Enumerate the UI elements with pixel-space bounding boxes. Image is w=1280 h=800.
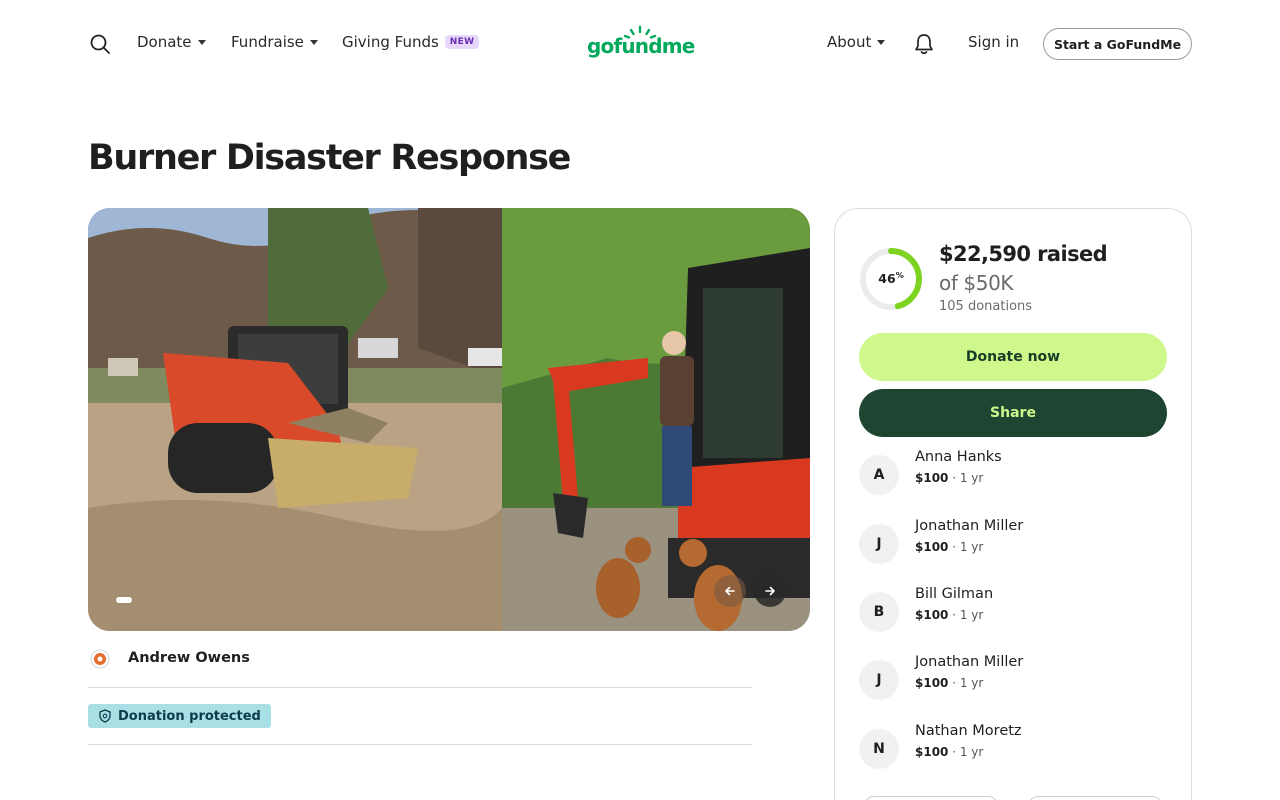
donor-time: · 1 yr bbox=[948, 471, 984, 485]
donation-count: 105 donations bbox=[939, 299, 1033, 314]
nav-about-label: About bbox=[827, 33, 872, 51]
donor-name: Nathan Moretz bbox=[915, 723, 1022, 739]
chevron-down-icon bbox=[197, 39, 206, 45]
nav-donate-label: Donate bbox=[137, 33, 192, 51]
progress-percent-value: 46 bbox=[878, 271, 896, 286]
donor-meta: $100 · 1 yr bbox=[915, 471, 983, 485]
nav-donate[interactable]: Donate bbox=[137, 33, 206, 51]
shield-icon bbox=[99, 709, 111, 723]
logo-text: gofundme bbox=[587, 34, 695, 58]
nav-about[interactable]: About bbox=[827, 33, 886, 51]
chevron-down-icon bbox=[309, 39, 318, 45]
donate-now-button[interactable]: Donate now bbox=[859, 333, 1167, 381]
donor-avatar: A bbox=[859, 455, 899, 495]
nav-fundraise-label: Fundraise bbox=[231, 33, 304, 51]
sign-in-label: Sign in bbox=[968, 33, 1020, 51]
nav-giving-funds-label: Giving Funds bbox=[342, 33, 439, 51]
amount-raised: $22,590 raised bbox=[939, 242, 1108, 266]
donor-item: A Anna Hanks $100 · 1 yr bbox=[859, 449, 1167, 499]
donor-item: J Jonathan Miller $100 · 1 yr bbox=[859, 654, 1167, 704]
donor-name: Jonathan Miller bbox=[915, 654, 1024, 670]
arrow-left-icon[interactable] bbox=[714, 575, 746, 607]
donor-amount: $100 bbox=[915, 608, 949, 622]
donor-amount: $100 bbox=[915, 540, 949, 554]
donor-meta: $100 · 1 yr bbox=[915, 608, 983, 622]
donation-protected-label: Donation protected bbox=[118, 708, 261, 724]
goal-amount: of $50K bbox=[939, 271, 1014, 295]
donor-avatar: J bbox=[859, 524, 899, 564]
chevron-down-icon bbox=[877, 39, 886, 45]
nav-giving-funds[interactable]: Giving Funds NEW bbox=[342, 33, 480, 51]
donor-avatar: B bbox=[859, 592, 899, 632]
nav-fundraise[interactable]: Fundraise bbox=[231, 33, 318, 51]
progress-percent-suffix: % bbox=[895, 271, 904, 280]
hero-image[interactable] bbox=[88, 208, 810, 631]
donor-item: B Bill Gilman $100 · 1 yr bbox=[859, 586, 1167, 636]
donor-name: Anna Hanks bbox=[915, 449, 1002, 465]
divider bbox=[88, 744, 752, 745]
donor-amount: $100 bbox=[915, 676, 949, 690]
arrow-right-icon[interactable] bbox=[754, 575, 786, 607]
donor-amount: $100 bbox=[915, 471, 949, 485]
donor-time: · 1 yr bbox=[948, 540, 984, 554]
bell-icon[interactable] bbox=[913, 32, 935, 56]
donor-amount: $100 bbox=[915, 745, 949, 759]
donor-avatar: J bbox=[859, 660, 899, 700]
donor-name: Jonathan Miller bbox=[915, 518, 1024, 534]
donor-time: · 1 yr bbox=[948, 676, 984, 690]
donor-item: N Nathan Moretz $100 · 1 yr bbox=[859, 723, 1167, 773]
share-button[interactable]: Share bbox=[859, 389, 1167, 437]
donor-name: Bill Gilman bbox=[915, 586, 994, 602]
carousel-dot[interactable] bbox=[116, 597, 132, 603]
sign-in-link[interactable]: Sign in bbox=[968, 33, 1019, 51]
donor-avatar: N bbox=[859, 729, 899, 769]
progress-percent: 46% bbox=[858, 271, 924, 286]
search-icon[interactable] bbox=[88, 32, 112, 56]
new-badge: NEW bbox=[444, 35, 480, 49]
organizer-row: Andrew Owens bbox=[88, 647, 752, 688]
donor-meta: $100 · 1 yr bbox=[915, 676, 983, 690]
donation-protected-badge[interactable]: Donation protected bbox=[88, 704, 271, 728]
see-top-button[interactable] bbox=[1028, 796, 1162, 800]
donor-time: · 1 yr bbox=[948, 745, 984, 759]
donor-meta: $100 · 1 yr bbox=[915, 745, 983, 759]
organizer-name[interactable]: Andrew Owens bbox=[128, 650, 250, 666]
donor-meta: $100 · 1 yr bbox=[915, 540, 983, 554]
page-title: Burner Disaster Response bbox=[88, 138, 571, 178]
donor-item: J Jonathan Miller $100 · 1 yr bbox=[859, 518, 1167, 568]
site-header: Donate Fundraise Giving Funds NEW gofund… bbox=[0, 0, 1280, 88]
donor-time: · 1 yr bbox=[948, 608, 984, 622]
gofundme-logo[interactable]: gofundme bbox=[587, 24, 695, 64]
organizer-avatar[interactable] bbox=[90, 649, 110, 669]
see-all-button[interactable] bbox=[864, 796, 998, 800]
start-gofundme-button[interactable]: Start a GoFundMe bbox=[1043, 28, 1192, 60]
